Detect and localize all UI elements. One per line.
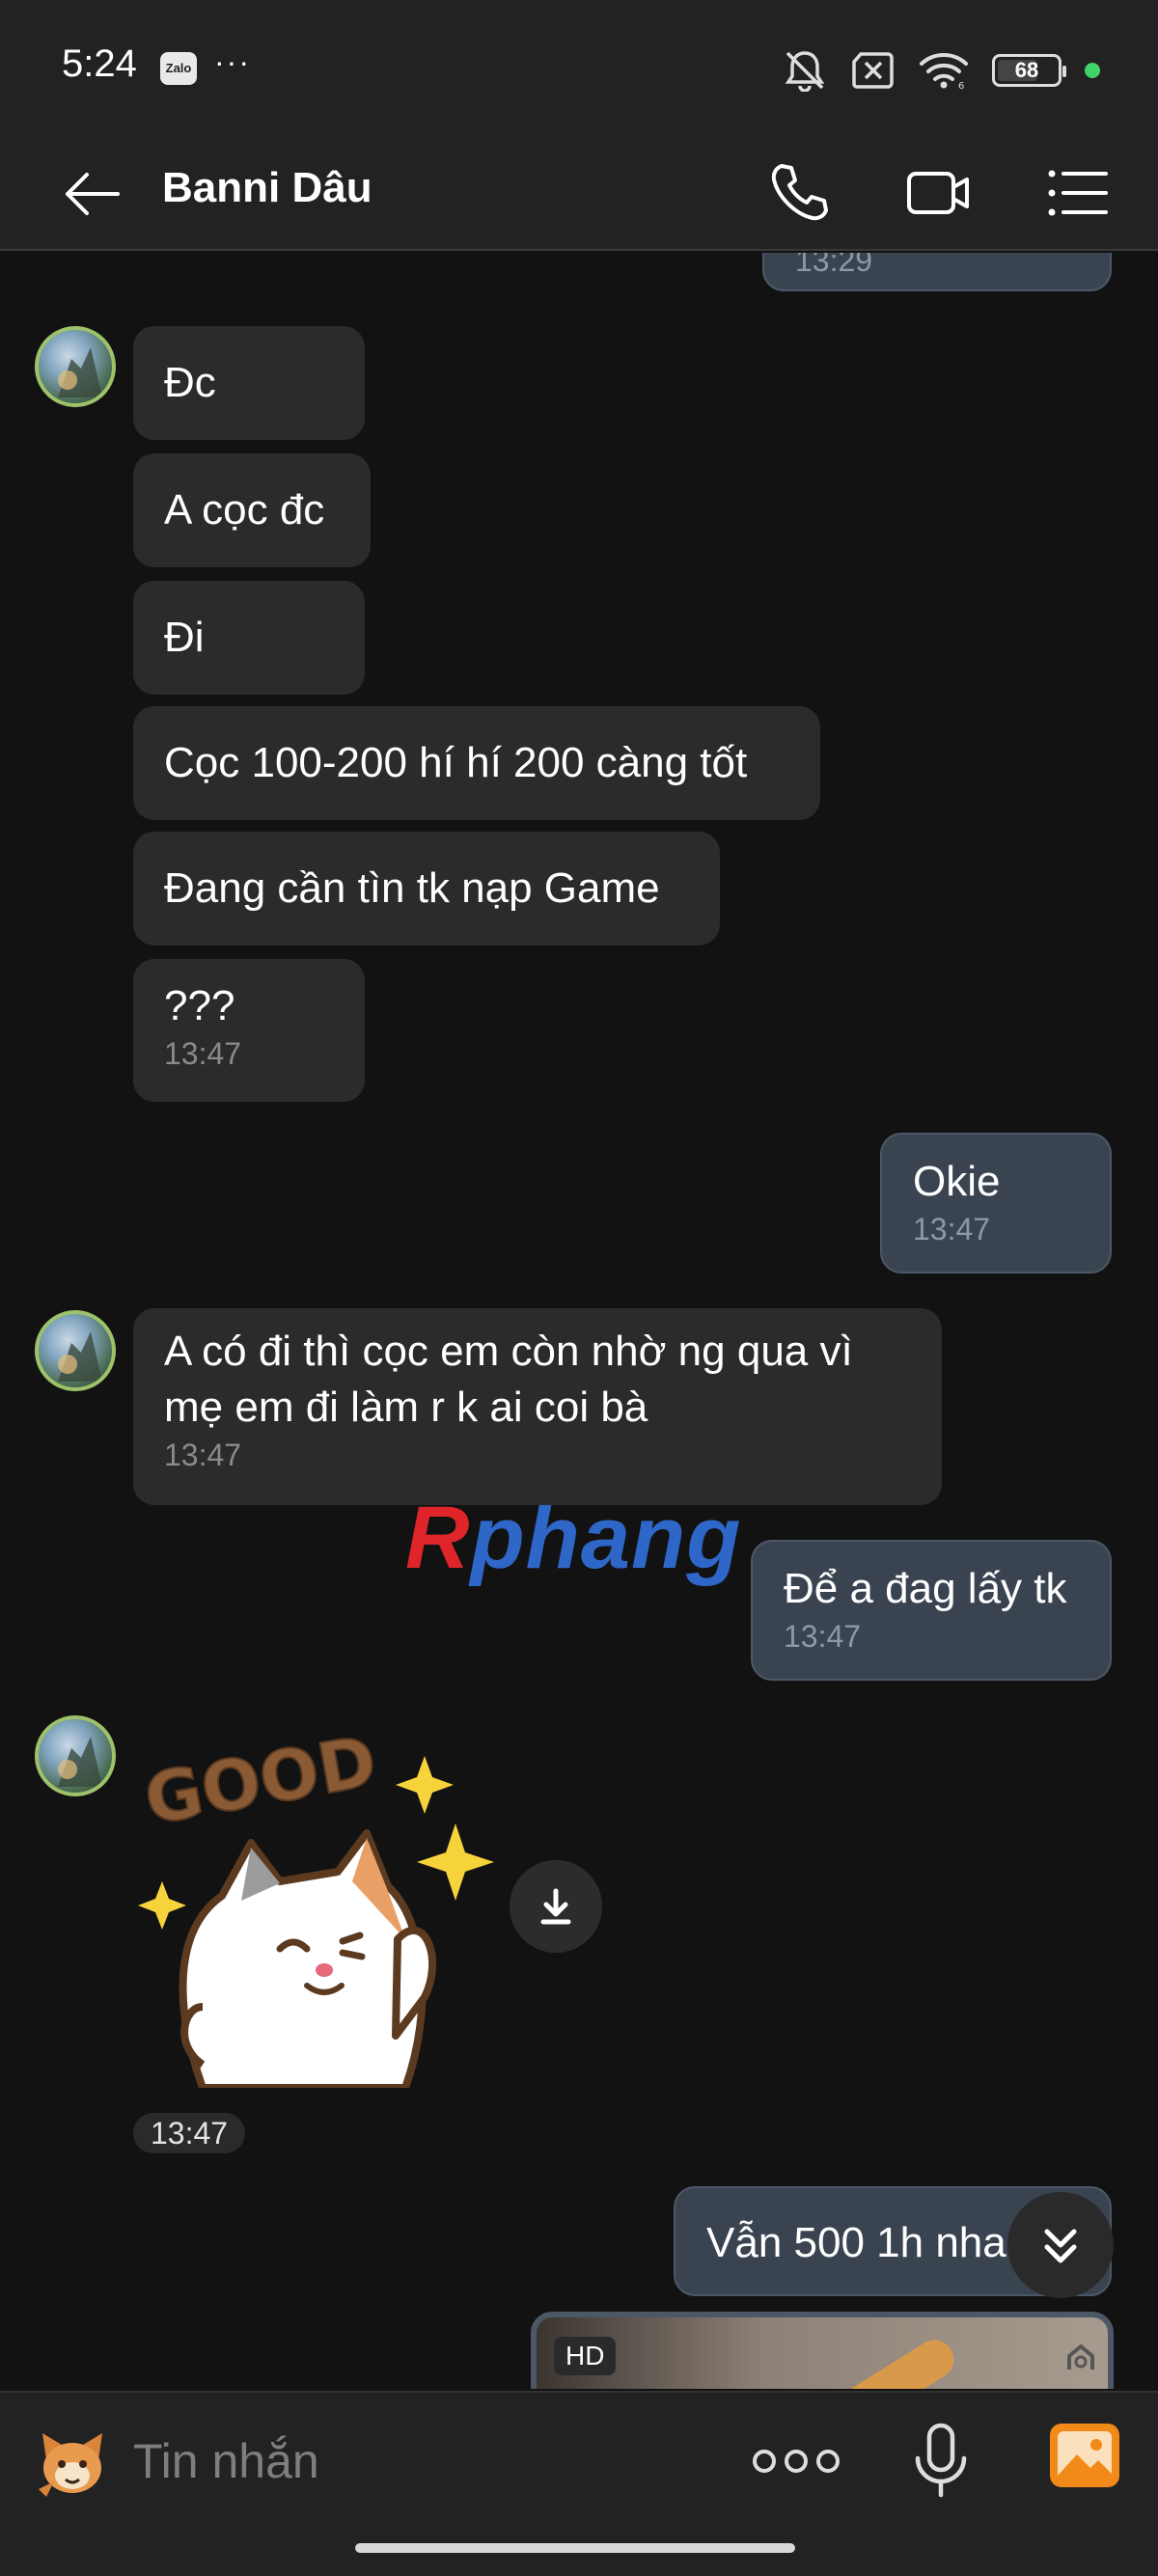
incoming-message[interactable]: A cọc đc bbox=[133, 453, 371, 567]
video-camera-icon bbox=[907, 172, 969, 214]
message-time: 13:47 bbox=[784, 1619, 862, 1654]
message-time: 13:29 bbox=[795, 253, 873, 278]
hd-badge: HD bbox=[554, 2337, 617, 2375]
status-time: 5:24 bbox=[62, 42, 137, 85]
sticker-time: 13:47 bbox=[133, 2113, 246, 2153]
message-text: A có đi thì cọc em còn nhờ ng qua vì mẹ … bbox=[164, 1328, 853, 1431]
dot-icon bbox=[785, 2450, 808, 2473]
contact-avatar[interactable] bbox=[35, 1715, 116, 1796]
message-input[interactable] bbox=[133, 2418, 712, 2505]
sticker-button[interactable] bbox=[33, 2422, 112, 2501]
dot-icon bbox=[816, 2450, 840, 2473]
muted-bell-icon bbox=[785, 51, 825, 92]
image-content bbox=[826, 2332, 961, 2389]
more-actions-button[interactable] bbox=[753, 2427, 840, 2495]
contact-avatar[interactable] bbox=[35, 326, 116, 407]
incoming-message[interactable]: A có đi thì cọc em còn nhờ ng qua vì mẹ … bbox=[133, 1308, 942, 1505]
phone-icon bbox=[771, 164, 828, 221]
no-sim-icon bbox=[852, 52, 894, 89]
image-corner-icon bbox=[1067, 2344, 1094, 2370]
message-text: Okie bbox=[913, 1158, 1001, 1205]
download-sticker-button[interactable] bbox=[510, 1860, 602, 1953]
avatar-image-icon bbox=[58, 1331, 102, 1382]
incoming-message[interactable]: Đi bbox=[133, 581, 365, 695]
outgoing-message[interactable]: 13:29 bbox=[762, 253, 1112, 291]
microphone-icon bbox=[915, 2423, 967, 2498]
message-text: Cọc 100-200 hí hí 200 càng tốt bbox=[164, 739, 748, 786]
home-indicator[interactable] bbox=[355, 2543, 795, 2553]
list-menu-icon bbox=[1048, 170, 1108, 216]
gallery-button[interactable] bbox=[1048, 2422, 1121, 2489]
status-icons: 6 68 bbox=[782, 46, 1100, 95]
incoming-message[interactable]: ??? 13:47 bbox=[133, 959, 365, 1102]
message-text: Vẫn 500 1h nha bbox=[706, 2219, 1006, 2266]
message-time: 13:47 bbox=[913, 1212, 991, 1247]
image-message[interactable]: HD bbox=[531, 2312, 1114, 2389]
chat-options-button[interactable] bbox=[1040, 156, 1114, 230]
avatar-image-icon bbox=[58, 1737, 102, 1787]
message-text: Để a đag lấy tk bbox=[784, 1565, 1067, 1612]
message-text: ??? bbox=[164, 982, 235, 1029]
voice-call-button[interactable] bbox=[762, 156, 836, 230]
message-time: 13:47 bbox=[164, 1438, 242, 1472]
battery-percent: 68 bbox=[1014, 58, 1039, 82]
arrow-left-icon bbox=[66, 173, 120, 215]
incoming-message[interactable]: Đang cần tìn tk nạp Game bbox=[133, 832, 720, 945]
message-text: A cọc đc bbox=[164, 486, 325, 534]
message-list[interactable]: 13:29 Đc A cọc đc Đi Cọc 100-200 hí hí 2… bbox=[0, 253, 1158, 2389]
sticker-message[interactable]: GOOD bbox=[135, 1717, 502, 2092]
avatar-image-icon bbox=[58, 347, 102, 397]
more-notifications-icon: ··· bbox=[214, 44, 251, 79]
incoming-message[interactable]: Cọc 100-200 hí hí 200 càng tốt bbox=[133, 706, 820, 820]
chat-header: Banni Dâu bbox=[0, 135, 1158, 251]
message-time: 13:47 bbox=[164, 1036, 242, 1071]
incoming-message[interactable]: Đc bbox=[133, 326, 365, 440]
video-call-button[interactable] bbox=[901, 156, 975, 230]
outgoing-message[interactable]: Okie 13:47 bbox=[880, 1133, 1112, 1274]
message-text: Đang cần tìn tk nạp Game bbox=[164, 864, 660, 912]
image-gallery-icon bbox=[1050, 2424, 1119, 2487]
contact-avatar[interactable] bbox=[35, 1310, 116, 1391]
download-icon bbox=[540, 1888, 571, 1925]
battery-icon: 68 bbox=[992, 54, 1066, 87]
svg-text:6: 6 bbox=[958, 81, 964, 90]
back-button[interactable] bbox=[58, 160, 125, 228]
message-text: Đi bbox=[164, 614, 205, 661]
outgoing-message[interactable]: Để a đag lấy tk 13:47 bbox=[751, 1540, 1112, 1681]
scroll-to-bottom-button[interactable] bbox=[1007, 2192, 1114, 2298]
voice-message-button[interactable] bbox=[907, 2418, 975, 2505]
zalo-notification-icon: Zalo bbox=[160, 52, 197, 85]
sticker-icon bbox=[39, 2433, 102, 2497]
double-chevron-down-icon bbox=[1044, 2229, 1077, 2263]
wifi-icon: 6 bbox=[920, 53, 968, 90]
cat-thumbs-up-sticker: GOOD bbox=[138, 1719, 494, 2092]
privacy-indicator-icon bbox=[1085, 63, 1100, 78]
message-text: Đc bbox=[164, 359, 216, 406]
contact-name[interactable]: Banni Dâu bbox=[162, 164, 372, 212]
dot-icon bbox=[753, 2450, 776, 2473]
sticker-text: GOOD bbox=[139, 1720, 382, 1841]
status-bar: 5:24 Zalo ··· 6 68 bbox=[0, 0, 1158, 135]
